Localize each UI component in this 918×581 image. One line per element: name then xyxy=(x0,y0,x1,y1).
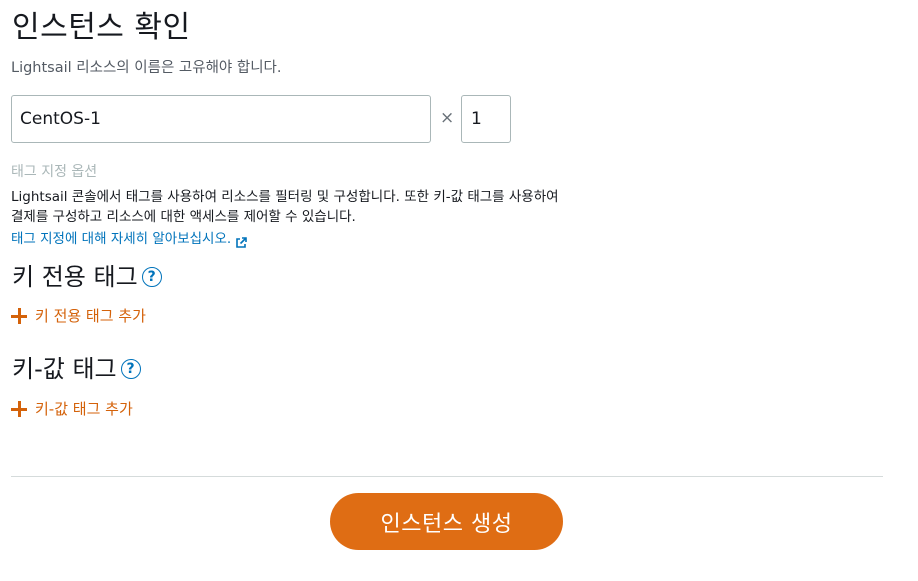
tag-description-line-2: 결제를 구성하고 리소스에 대한 액세스를 제어할 수 있습니다. xyxy=(11,209,356,225)
key-only-tags-title: 키 전용 태그 xyxy=(12,263,138,291)
confirm-instance-page: 인스턴스 확인 Lightsail 리소스의 이름은 고유해야 합니다. × 태… xyxy=(0,0,918,581)
plus-icon xyxy=(11,401,27,417)
name-uniqueness-hint: Lightsail 리소스의 이름은 고유해야 합니다. xyxy=(11,60,282,76)
add-key-only-tag-button[interactable]: 키 전용 태그 추가 xyxy=(11,306,146,326)
create-instance-button[interactable]: 인스턴스 생성 xyxy=(330,493,563,550)
add-key-value-tag-label: 키-값 태그 추가 xyxy=(35,400,133,418)
tag-options-title: 태그 지정 옵션 xyxy=(11,164,98,180)
divider xyxy=(11,476,883,477)
plus-icon xyxy=(11,308,27,324)
key-value-tags-title: 키-값 태그 xyxy=(12,355,117,383)
key-value-help-icon[interactable]: ? xyxy=(120,359,141,379)
external-link-icon xyxy=(235,235,247,248)
page-title: 인스턴스 확인 xyxy=(12,10,191,45)
key-only-tags-heading: 키 전용 태그 ? xyxy=(12,262,162,292)
tag-description-line-1: Lightsail 콘솔에서 태그를 사용하여 리소스를 필터링 및 구성합니다… xyxy=(11,189,559,205)
add-key-only-tag-label: 키 전용 태그 추가 xyxy=(35,307,146,325)
learn-more-tags-label: 태그 지정에 대해 자세히 알아보십시오. xyxy=(11,231,232,247)
key-only-help-icon[interactable]: ? xyxy=(141,267,162,287)
key-value-tags-heading: 키-값 태그 ? xyxy=(12,354,141,384)
instance-count-input[interactable] xyxy=(461,95,511,143)
learn-more-tags-link[interactable]: 태그 지정에 대해 자세히 알아보십시오. xyxy=(11,229,247,249)
multiplier-symbol: × xyxy=(440,108,455,128)
add-key-value-tag-button[interactable]: 키-값 태그 추가 xyxy=(11,399,133,419)
instance-name-input[interactable] xyxy=(11,95,431,143)
